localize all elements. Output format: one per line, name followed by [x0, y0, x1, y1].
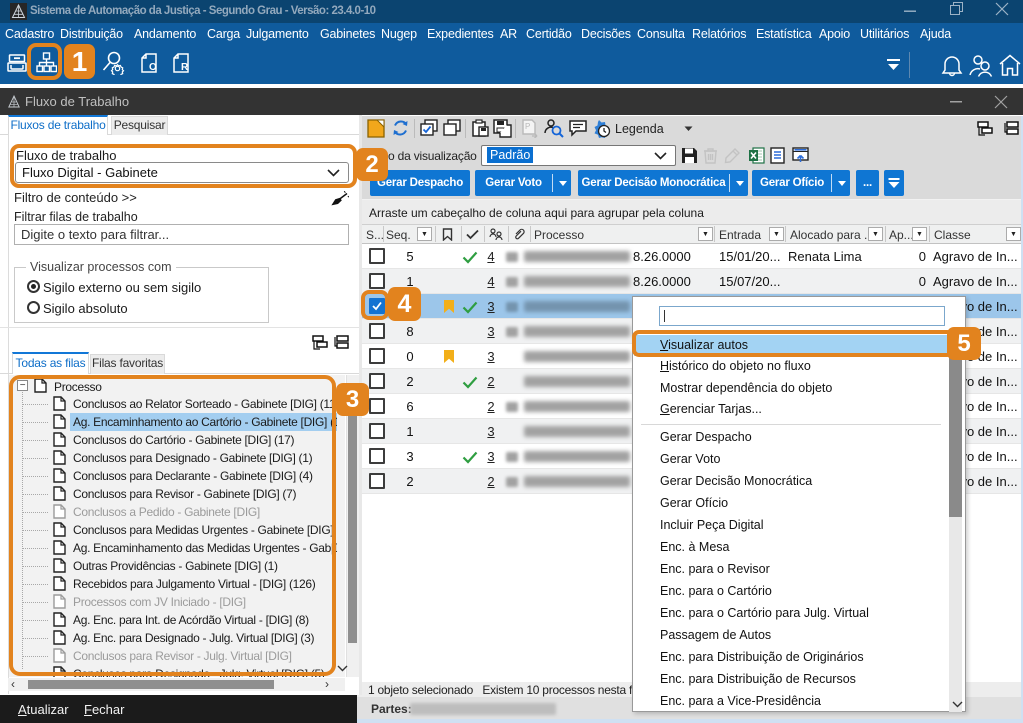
svg-text:O: O — [149, 62, 157, 73]
svg-text:P: P — [525, 122, 530, 131]
svg-text:R: R — [181, 62, 189, 73]
